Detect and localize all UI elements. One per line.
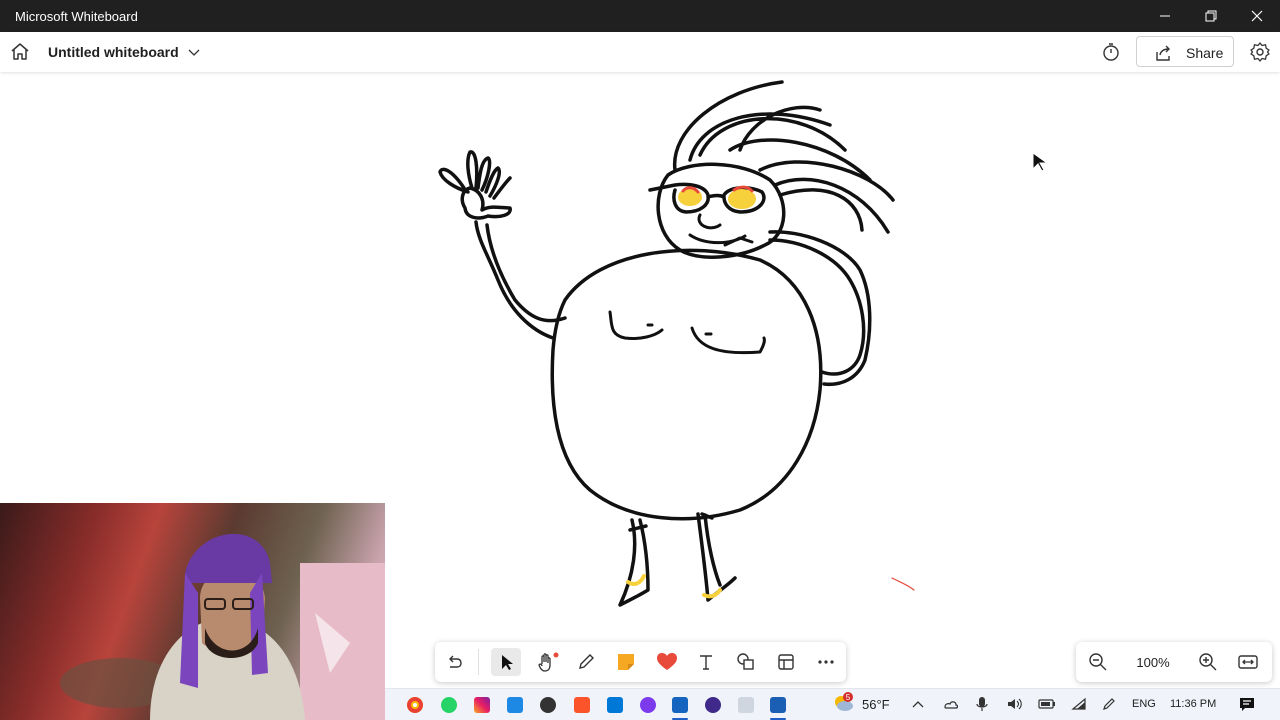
cursor-icon bbox=[1032, 152, 1049, 172]
sticky-note-icon bbox=[618, 654, 634, 670]
zoom-out-icon bbox=[1089, 653, 1107, 671]
more-options-button[interactable] bbox=[811, 648, 841, 676]
weather-icon[interactable]: 5 bbox=[832, 692, 854, 714]
notifications-icon[interactable] bbox=[1239, 696, 1255, 712]
app-dark-icon[interactable] bbox=[705, 697, 721, 713]
restore-button[interactable] bbox=[1188, 0, 1234, 32]
pen-icon bbox=[579, 654, 594, 669]
vscode-icon[interactable] bbox=[607, 697, 623, 713]
shapes-tool-button[interactable] bbox=[731, 648, 761, 676]
obs-icon[interactable] bbox=[540, 697, 556, 713]
zoom-in-icon bbox=[1199, 653, 1217, 671]
zoom-in-button[interactable] bbox=[1198, 652, 1218, 672]
whiteboard-icon[interactable] bbox=[770, 697, 786, 713]
taskbar-clock[interactable]: 11:36 PM bbox=[1170, 698, 1216, 710]
webcam-person-image bbox=[60, 533, 385, 720]
close-button[interactable] bbox=[1234, 0, 1280, 32]
select-tool-button[interactable] bbox=[491, 648, 521, 676]
heart-icon bbox=[657, 653, 677, 670]
window-titlebar: Microsoft Whiteboard bbox=[0, 0, 1280, 32]
photos-icon[interactable] bbox=[738, 697, 754, 713]
title-dropdown[interactable] bbox=[186, 44, 202, 60]
undo-button[interactable] bbox=[439, 648, 469, 676]
instagram-icon[interactable] bbox=[474, 697, 490, 713]
body-stroke bbox=[550, 248, 823, 521]
pen-menu-icon[interactable] bbox=[1101, 696, 1117, 712]
chevron-down-icon bbox=[188, 49, 200, 56]
share-button[interactable]: Share bbox=[1136, 36, 1234, 67]
shapes-icon bbox=[737, 653, 754, 670]
toolbar-divider bbox=[478, 649, 479, 675]
wifi-icon[interactable] bbox=[1071, 696, 1087, 712]
outlook-icon[interactable] bbox=[507, 697, 523, 713]
timer-button[interactable] bbox=[1100, 41, 1122, 63]
onedrive-icon[interactable] bbox=[942, 696, 959, 712]
brave-icon[interactable] bbox=[574, 697, 590, 713]
app-header: Untitled whiteboard Share bbox=[0, 32, 1280, 72]
right-leg-stroke bbox=[696, 512, 737, 602]
settings-button[interactable] bbox=[1249, 41, 1271, 63]
select-icon bbox=[502, 655, 513, 670]
sticky-note-button[interactable] bbox=[611, 648, 641, 676]
input-language[interactable]: ENG bbox=[1132, 698, 1156, 710]
volume-icon[interactable] bbox=[1006, 696, 1022, 712]
left-arm-stroke bbox=[474, 220, 567, 340]
zoom-controls: 100% bbox=[1076, 642, 1272, 682]
reactions-button[interactable] bbox=[651, 648, 681, 676]
chevron-up-icon bbox=[912, 701, 924, 708]
text-tool-button[interactable] bbox=[691, 648, 721, 676]
zoom-out-button[interactable] bbox=[1088, 652, 1108, 672]
fit-screen-icon bbox=[1238, 655, 1258, 669]
timer-icon bbox=[1103, 43, 1119, 61]
chest-left-stroke bbox=[608, 310, 664, 340]
microphone-icon[interactable] bbox=[974, 696, 990, 712]
share-label: Share bbox=[1186, 45, 1224, 61]
text-icon bbox=[700, 655, 712, 670]
whiteboard-title[interactable]: Untitled whiteboard bbox=[48, 44, 179, 60]
hand-tool-button[interactable] bbox=[531, 648, 561, 676]
word-icon[interactable] bbox=[672, 697, 688, 713]
show-hidden-icons[interactable] bbox=[910, 696, 926, 712]
pen-tool-button[interactable] bbox=[571, 648, 601, 676]
more-icon bbox=[818, 660, 834, 664]
gear-icon bbox=[1250, 42, 1270, 62]
templates-icon bbox=[778, 654, 794, 670]
stray-red-stroke bbox=[891, 577, 915, 591]
drawing-toolbar bbox=[435, 642, 846, 682]
zoom-level[interactable]: 100% bbox=[1128, 655, 1178, 670]
weather-temperature[interactable]: 56°F bbox=[862, 697, 890, 712]
webcam-overlay bbox=[0, 503, 385, 720]
home-button[interactable] bbox=[8, 40, 32, 64]
chest-right-stroke bbox=[690, 326, 766, 355]
chrome-icon[interactable] bbox=[407, 697, 423, 713]
home-icon bbox=[11, 43, 29, 60]
share-icon bbox=[1156, 45, 1170, 61]
nose-mouth-stroke bbox=[688, 213, 754, 247]
left-leg-stroke bbox=[618, 518, 650, 607]
undo-icon bbox=[449, 655, 462, 668]
whatsapp-icon[interactable] bbox=[441, 697, 457, 713]
weather-badge: 5 bbox=[846, 693, 851, 702]
battery-icon[interactable] bbox=[1038, 696, 1055, 712]
hand-stroke bbox=[438, 150, 512, 220]
app-purple-icon[interactable] bbox=[640, 697, 656, 713]
fit-to-screen-button[interactable] bbox=[1238, 652, 1258, 672]
minimize-button[interactable] bbox=[1142, 0, 1188, 32]
hand-icon bbox=[538, 652, 559, 672]
templates-button[interactable] bbox=[771, 648, 801, 676]
app-title: Microsoft Whiteboard bbox=[15, 9, 138, 24]
